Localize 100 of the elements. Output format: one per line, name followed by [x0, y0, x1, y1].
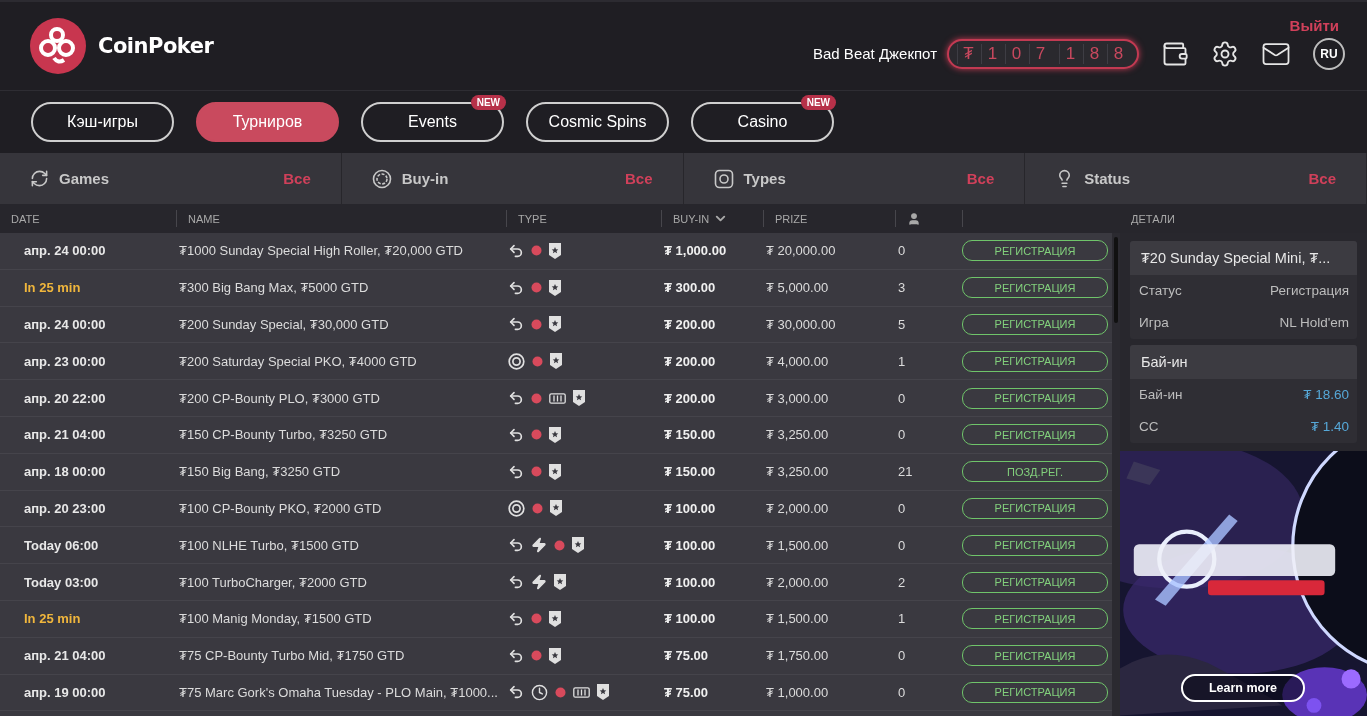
players-cell-text: 0 [897, 500, 907, 516]
prize-cell-text: ₮ 1,500.00 [765, 611, 830, 627]
buyin-cell-text: ₮ 200.00 [663, 353, 717, 369]
tournament-name: ₮200 CP-Bounty PLO, ₮3000 GTD [178, 390, 381, 406]
jackpot-digit: 8 [1083, 43, 1105, 64]
jackpot-digit: 1 [981, 43, 1003, 64]
tournament-name: ₮150 CP-Bounty Turbo, ₮3250 GTD [178, 427, 389, 443]
chip-square-icon [713, 168, 734, 189]
players-cell-text: 0 [897, 243, 907, 259]
register-button[interactable]: РЕГИСТРАЦИЯ [962, 497, 1108, 519]
detail-value: ₮ 18.60 [1303, 387, 1349, 402]
filter-label: Games [59, 170, 110, 187]
tournament-name: ₮100 Manig Monday, ₮1500 GTD [178, 611, 373, 627]
settings-icon[interactable] [1211, 39, 1239, 68]
register-button[interactable]: РЕГИСТРАЦИЯ [962, 387, 1108, 409]
language-button[interactable]: RU [1313, 37, 1345, 70]
buyin-cell-text: ₮ 300.00 [663, 280, 717, 296]
buyin-cell-text: ₮ 100.00 [663, 537, 717, 553]
rebuy-icon [508, 316, 524, 333]
column-header[interactable]: BUY-IN [673, 212, 710, 225]
dot-icon [531, 245, 542, 257]
column-header[interactable]: DATE [11, 212, 40, 225]
players-cell-text: 1 [897, 611, 907, 627]
register-button[interactable]: РЕГИСТРАЦИЯ [962, 571, 1108, 593]
register-button[interactable]: ПОЗД.РЕГ. [962, 461, 1108, 483]
column-header[interactable]: PRIZE [775, 212, 808, 225]
rebuy-icon [508, 684, 524, 701]
shield-star-icon [549, 463, 561, 480]
player-icon [907, 211, 921, 226]
nav-tab[interactable]: Cosmic Spins [526, 102, 669, 142]
detail-value: NL Hold'em [1279, 315, 1349, 330]
register-button[interactable]: РЕГИСТРАЦИЯ [962, 277, 1108, 299]
buyin-cell-text: ₮ 1,000.00 [663, 243, 728, 259]
shield-star-icon [550, 500, 562, 517]
tournament-name: ₮200 Saturday Special PKO, ₮4000 GTD [178, 353, 418, 369]
buyin-cell-text: ₮ 200.00 [663, 317, 717, 332]
brand-name: CoinPoker [98, 34, 214, 58]
detail-label: CC [1139, 419, 1159, 434]
rebuy-icon [508, 574, 524, 591]
jackpot-digit: 1 [1059, 43, 1081, 64]
dot-icon [531, 466, 542, 478]
shield-star-icon [573, 390, 585, 407]
buyin-cell-text: ₮ 150.00 [663, 464, 717, 480]
buyin-cell-text: ₮ 100.00 [663, 500, 717, 516]
players-cell-text: 5 [897, 317, 907, 332]
column-header[interactable]: TYPE [518, 212, 547, 225]
buyin-cell-text: ₮ 200.00 [663, 390, 717, 406]
target-icon [508, 499, 525, 517]
tournament-name: ₮100 TurboCharger, ₮2000 GTD [178, 574, 368, 590]
register-button[interactable]: РЕГИСТРАЦИЯ [962, 424, 1108, 446]
prize-cell-text: ₮ 3,250.00 [765, 464, 830, 480]
tournament-name: ₮75 Marc Gork's Omaha Tuesday - PLO Main, ₮1000... [178, 684, 499, 700]
buyin-cell-text: ₮ 100.00 [663, 611, 717, 627]
register-button[interactable]: РЕГИСТРАЦИЯ [962, 314, 1108, 335]
tournament-name: ₮1000 Sunday Special High Roller, ₮20,000 GTD [178, 243, 464, 259]
date-cell-text: апр. 18 00:00 [23, 464, 107, 480]
jackpot-digit: 7 [1029, 43, 1051, 64]
dot-icon [532, 355, 543, 367]
rebuy-icon [508, 610, 524, 627]
register-button[interactable]: РЕГИСТРАЦИЯ [962, 534, 1108, 556]
refresh-icon [30, 169, 49, 188]
prize-cell-text: ₮ 2,000.00 [765, 574, 830, 590]
date-cell-text: апр. 20 23:00 [23, 500, 107, 516]
filter-label: Types [743, 170, 786, 187]
filter-label: Status [1084, 170, 1131, 187]
column-header[interactable]: NAME [188, 212, 220, 225]
prize-cell-text: ₮ 1,500.00 [765, 537, 830, 553]
lightning-icon [531, 574, 547, 591]
prize-cell-text: ₮ 2,000.00 [765, 500, 830, 516]
dot-icon [531, 319, 542, 330]
buyin-cell-text: ₮ 150.00 [663, 427, 717, 443]
players-cell-text: 2 [897, 574, 907, 590]
details-title: ₮20 Sunday Special Mini, ₮... [1130, 241, 1357, 275]
buyin-cell-text: ₮ 75.00 [663, 648, 710, 664]
shield-star-icon [549, 242, 561, 259]
details-heading: ДЕТАЛИ [1131, 212, 1175, 225]
register-button[interactable]: РЕГИСТРАЦИЯ [962, 350, 1108, 372]
nav-tab[interactable]: Турниров [196, 102, 339, 142]
new-badge: NEW [800, 95, 836, 110]
tournament-name: ₮100 NLHE Turbo, ₮1500 GTD [178, 537, 360, 553]
date-cell-text: апр. 20 22:00 [23, 390, 107, 406]
register-button[interactable]: РЕГИСТРАЦИЯ [962, 608, 1108, 630]
jackpot-label: Bad Beat Джекпот [813, 45, 937, 62]
players-cell-text: 0 [897, 648, 907, 664]
filter-label: Buy-in [401, 170, 449, 187]
players-cell-text: 3 [897, 280, 907, 296]
rebuy-icon [508, 242, 524, 259]
jackpot-digit: 0 [1005, 43, 1027, 64]
players-cell-text: 0 [897, 684, 907, 700]
nav-tab[interactable]: Кэш-игры [31, 102, 174, 142]
shield-star-icon [549, 610, 561, 627]
register-button[interactable]: РЕГИСТРАЦИЯ [962, 681, 1108, 703]
learn-more-button[interactable]: Learn more [1181, 674, 1305, 702]
logout-link[interactable]: Выйти [1289, 16, 1339, 34]
prize-cell-text: ₮ 3,000.00 [765, 390, 830, 406]
logo-icon [30, 18, 86, 74]
date-cell-text: Today 06:00 [23, 537, 100, 553]
jackpot-digit: 8 [1107, 43, 1129, 64]
register-button[interactable]: РЕГИСТРАЦИЯ [962, 240, 1108, 262]
register-button[interactable]: РЕГИСТРАЦИЯ [962, 645, 1108, 667]
